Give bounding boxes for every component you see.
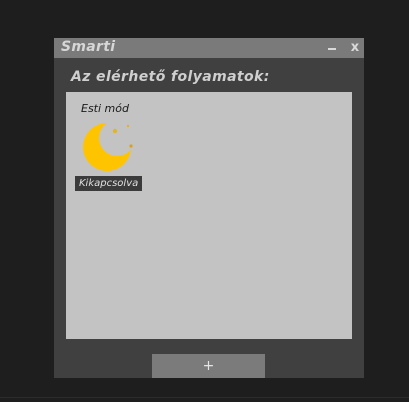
add-process-button[interactable]: + [152, 354, 265, 378]
smarti-window: Smarti x Az elérhető folyamatok: Esti mó… [54, 38, 364, 378]
process-name: Esti mód [81, 102, 129, 115]
window-title: Smarti [61, 39, 116, 55]
titlebar: Smarti x [54, 38, 364, 58]
minimize-button[interactable] [324, 38, 340, 58]
process-card-esti-mod[interactable]: Esti mód Kikapcsolva [75, 101, 150, 192]
processes-heading: Az elérhető folyamatok: [71, 69, 270, 85]
process-panel: Esti mód Kikapcsolva [66, 92, 352, 339]
desktop-baseline [0, 397, 409, 398]
moon-icon [83, 123, 133, 171]
close-button[interactable]: x [348, 38, 362, 58]
status-badge: Kikapcsolva [75, 176, 143, 191]
